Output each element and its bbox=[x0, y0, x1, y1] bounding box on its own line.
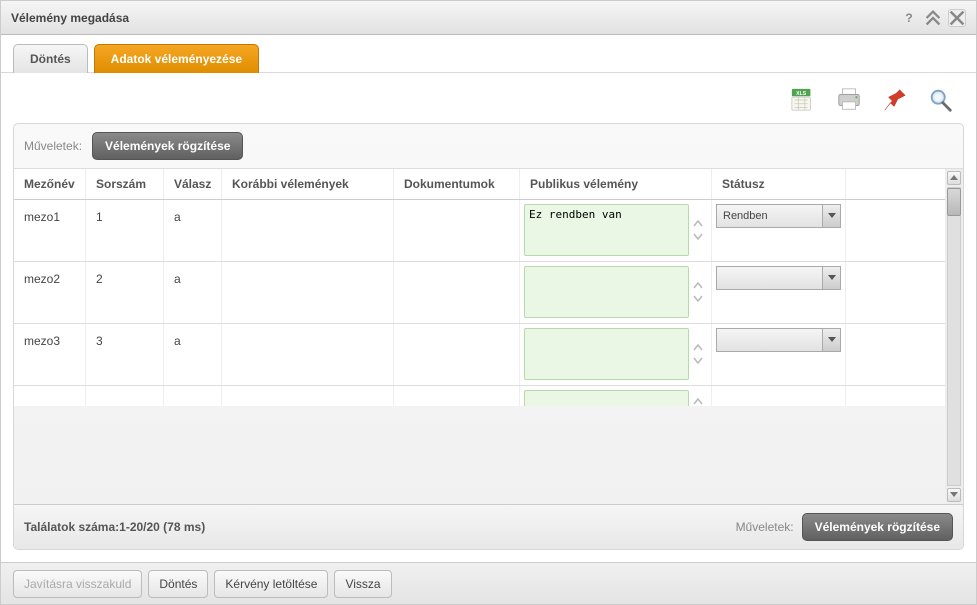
table-row bbox=[14, 386, 945, 406]
cell-mezo bbox=[14, 386, 86, 406]
maximize-icon[interactable] bbox=[924, 9, 942, 27]
public-opinion-input[interactable] bbox=[524, 266, 689, 318]
close-icon[interactable] bbox=[948, 9, 966, 27]
header-dok[interactable]: Dokumentumok bbox=[394, 169, 520, 199]
header-val[interactable]: Válasz bbox=[164, 169, 222, 199]
excel-export-icon[interactable]: XLS bbox=[786, 85, 820, 115]
spin-up-icon[interactable] bbox=[693, 344, 703, 351]
bottom-bar: Javításra visszakuld Döntés Kérvény letö… bbox=[1, 562, 976, 604]
cell-mezo: mezo1 bbox=[14, 200, 86, 261]
cell-pub bbox=[520, 262, 712, 323]
scroll-up-icon[interactable] bbox=[947, 171, 961, 185]
save-opinions-button-footer[interactable]: Vélemények rögzítése bbox=[802, 513, 953, 541]
cell-kor bbox=[222, 324, 394, 385]
scroll-thumb[interactable] bbox=[947, 188, 961, 216]
table-row: mezo1 1 a Ez rendben van bbox=[14, 200, 945, 262]
spin-down-icon[interactable] bbox=[693, 357, 703, 364]
vertical-scrollbar[interactable] bbox=[945, 169, 963, 504]
chevron-down-icon[interactable] bbox=[822, 267, 840, 289]
pin-icon[interactable] bbox=[878, 85, 912, 115]
tab-decision[interactable]: Döntés bbox=[13, 44, 88, 73]
cell-stat bbox=[712, 386, 846, 406]
decision-button[interactable]: Döntés bbox=[148, 570, 208, 598]
ops-label: Műveletek: bbox=[24, 139, 82, 153]
tab-bar: Döntés Adatok véleményezése bbox=[1, 35, 976, 73]
header-stat[interactable]: Státusz bbox=[712, 169, 846, 199]
spin-down-icon[interactable] bbox=[693, 295, 703, 302]
table-row: mezo3 3 a bbox=[14, 324, 945, 386]
cell-dok bbox=[394, 200, 520, 261]
public-opinion-input[interactable]: Ez rendben van bbox=[524, 204, 689, 256]
back-button[interactable]: Vissza bbox=[334, 570, 391, 598]
spin-up-icon[interactable] bbox=[693, 220, 703, 227]
scroll-track[interactable] bbox=[947, 187, 961, 486]
cell-val: a bbox=[164, 324, 222, 385]
public-opinion-input[interactable] bbox=[524, 328, 689, 380]
cell-sor bbox=[86, 386, 164, 406]
toolbar-icons: XLS bbox=[13, 85, 964, 115]
status-select[interactable]: Rendben bbox=[716, 204, 841, 228]
dialog-window: Vélemény megadása ? Döntés Adatok vélemé… bbox=[0, 0, 977, 605]
grid: Mezőnév Sorszám Válasz Korábbi véleménye… bbox=[14, 168, 963, 505]
status-select[interactable] bbox=[716, 328, 841, 352]
cell-stat bbox=[712, 324, 846, 385]
results-count: Találatok száma:1-20/20 (78 ms) bbox=[24, 520, 205, 534]
cell-kor bbox=[222, 262, 394, 323]
header-sor[interactable]: Sorszám bbox=[86, 169, 164, 199]
print-icon[interactable] bbox=[832, 85, 866, 115]
cell-mezo: mezo3 bbox=[14, 324, 86, 385]
grid-body: mezo1 1 a Ez rendben van bbox=[14, 200, 945, 406]
grid-header: Mezőnév Sorszám Válasz Korábbi véleménye… bbox=[14, 169, 945, 200]
panel-footer: Találatok száma:1-20/20 (78 ms) Művelete… bbox=[14, 505, 963, 549]
cell-val bbox=[164, 386, 222, 406]
help-icon[interactable]: ? bbox=[900, 9, 918, 27]
table-row: mezo2 2 a bbox=[14, 262, 945, 324]
save-opinions-button[interactable]: Vélemények rögzítése bbox=[92, 132, 243, 160]
svg-text:XLS: XLS bbox=[796, 91, 807, 97]
public-opinion-input[interactable] bbox=[524, 390, 689, 406]
cell-dok bbox=[394, 324, 520, 385]
tab-review[interactable]: Adatok véleményezése bbox=[94, 44, 259, 73]
download-request-button[interactable]: Kérvény letöltése bbox=[214, 570, 328, 598]
status-select[interactable] bbox=[716, 266, 841, 290]
header-kor[interactable]: Korábbi vélemények bbox=[222, 169, 394, 199]
cell-pub bbox=[520, 386, 712, 406]
cell-pub bbox=[520, 324, 712, 385]
cell-val: a bbox=[164, 200, 222, 261]
cell-stat: Rendben bbox=[712, 200, 846, 261]
chevron-down-icon[interactable] bbox=[822, 329, 840, 351]
ops-top: Műveletek: Vélemények rögzítése bbox=[14, 124, 963, 168]
cell-sor: 1 bbox=[86, 200, 164, 261]
reject-button[interactable]: Javításra visszakuld bbox=[13, 570, 142, 598]
cell-sor: 2 bbox=[86, 262, 164, 323]
cell-kor bbox=[222, 200, 394, 261]
header-pub[interactable]: Publikus vélemény bbox=[520, 169, 712, 199]
cell-mezo: mezo2 bbox=[14, 262, 86, 323]
spin-up-icon[interactable] bbox=[693, 398, 703, 405]
window-title: Vélemény megadása bbox=[11, 11, 129, 25]
footer-ops-label: Műveletek: bbox=[736, 520, 794, 534]
status-value: Rendben bbox=[717, 210, 822, 222]
header-mezo[interactable]: Mezőnév bbox=[14, 169, 86, 199]
cell-sor: 3 bbox=[86, 324, 164, 385]
scroll-down-icon[interactable] bbox=[947, 488, 961, 502]
cell-dok bbox=[394, 262, 520, 323]
chevron-down-icon[interactable] bbox=[822, 205, 840, 227]
cell-dok bbox=[394, 386, 520, 406]
spin-down-icon[interactable] bbox=[693, 233, 703, 240]
cell-pub: Ez rendben van bbox=[520, 200, 712, 261]
spin-up-icon[interactable] bbox=[693, 282, 703, 289]
content-area: XLS bbox=[1, 73, 976, 562]
titlebar: Vélemény megadása ? bbox=[1, 1, 976, 35]
data-panel: Műveletek: Vélemények rögzítése Mezőnév … bbox=[13, 123, 964, 550]
cell-kor bbox=[222, 386, 394, 406]
search-icon[interactable] bbox=[924, 85, 958, 115]
cell-val: a bbox=[164, 262, 222, 323]
cell-stat bbox=[712, 262, 846, 323]
